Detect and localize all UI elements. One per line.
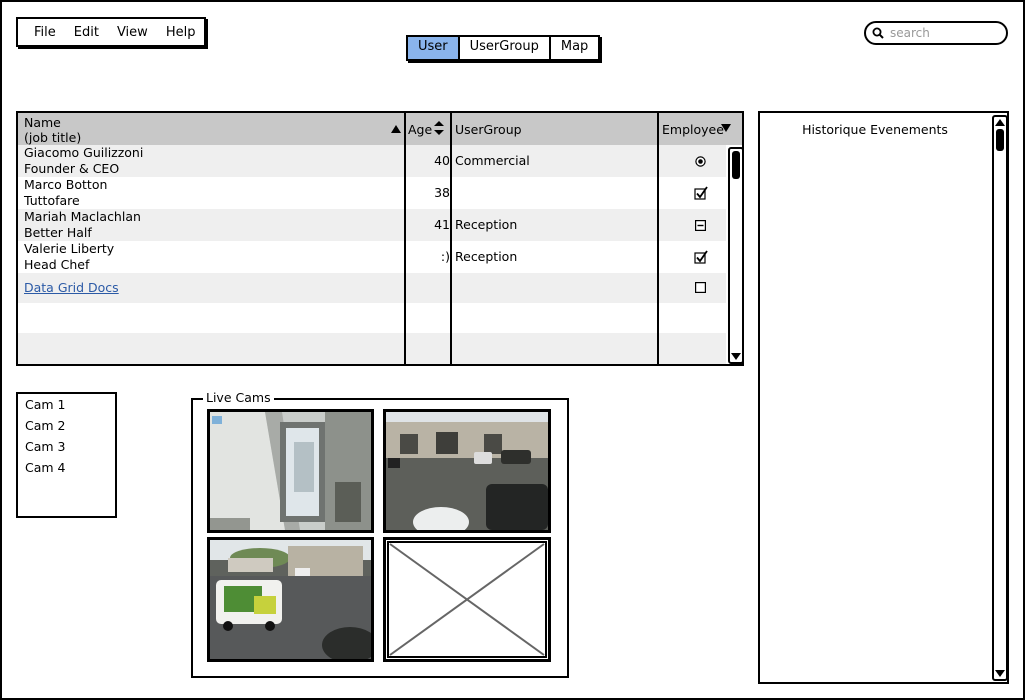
cam-feed-4[interactable] xyxy=(383,537,551,662)
data-grid: Name (job title) Age UserGroup Employee … xyxy=(16,111,744,366)
search-box[interactable] xyxy=(864,21,1008,45)
sort-ascending-icon[interactable] xyxy=(391,125,401,133)
image-placeholder-icon xyxy=(387,541,547,658)
tab-map[interactable]: Map xyxy=(551,37,598,59)
column-header-age[interactable]: Age xyxy=(408,122,432,137)
column-divider xyxy=(404,113,406,364)
live-cams-group: Live Cams xyxy=(191,390,569,678)
menu-bar: File Edit View Help xyxy=(16,17,206,47)
menu-edit[interactable]: Edit xyxy=(65,25,108,40)
column-divider xyxy=(450,113,452,364)
history-title: Historique Evenements xyxy=(802,122,948,137)
menu-file[interactable]: File xyxy=(18,25,65,40)
table-row[interactable]: Data Grid Docs xyxy=(18,273,726,303)
cam-feed-1[interactable] xyxy=(207,409,374,533)
scroll-down-icon[interactable] xyxy=(995,670,1005,677)
table-row[interactable]: Marco Botton Tuttofare 38 xyxy=(18,177,726,209)
table-row[interactable]: Valerie Liberty Head Chef :) Reception xyxy=(18,241,726,273)
grid-scrollbar[interactable] xyxy=(728,147,742,364)
delivery-van-camera-image xyxy=(210,540,371,659)
search-input[interactable] xyxy=(888,25,1002,41)
tab-bar: User UserGroup Map xyxy=(406,35,601,61)
cam-list-item[interactable]: Cam 4 xyxy=(18,457,115,478)
column-header-usergroup[interactable]: UserGroup xyxy=(455,122,522,137)
employee-checkbox-unchecked[interactable] xyxy=(695,282,706,293)
data-grid-docs-link[interactable]: Data Grid Docs xyxy=(24,280,119,296)
table-row-empty xyxy=(18,303,726,333)
table-row[interactable]: Giacomo Guilizzoni Founder & CEO 40 Comme… xyxy=(18,145,726,177)
cam-feed-3[interactable] xyxy=(207,537,374,662)
cam-list: Cam 1 Cam 2 Cam 3 Cam 4 xyxy=(16,392,117,518)
sort-descending-icon[interactable] xyxy=(721,124,731,132)
live-cams-title: Live Cams xyxy=(203,390,274,405)
employee-checkbox-checked[interactable] xyxy=(694,250,708,264)
grid-scroll-thumb[interactable] xyxy=(732,151,740,179)
tab-usergroup[interactable]: UserGroup xyxy=(460,37,551,59)
search-icon xyxy=(872,27,884,39)
cam-list-item[interactable]: Cam 2 xyxy=(18,415,115,436)
grid-header xyxy=(18,113,742,145)
menu-help[interactable]: Help xyxy=(157,25,205,40)
parking-lot-camera-image xyxy=(386,412,548,530)
history-scroll-thumb[interactable] xyxy=(996,129,1004,151)
cam-list-item[interactable]: Cam 1 xyxy=(18,394,115,415)
sort-both-icon[interactable] xyxy=(434,121,444,135)
column-header-name[interactable]: Name (job title) xyxy=(24,115,81,145)
employee-radio[interactable] xyxy=(695,156,706,167)
history-panel: Historique Evenements xyxy=(758,111,1009,684)
menu-view[interactable]: View xyxy=(108,25,157,40)
column-header-employee[interactable]: Employee xyxy=(662,122,724,137)
scroll-up-icon[interactable] xyxy=(995,119,1005,126)
history-scrollbar[interactable] xyxy=(992,115,1008,681)
employee-checkbox-checked[interactable] xyxy=(694,186,708,200)
table-row[interactable]: Mariah Maclachlan Better Half 41 Receptio… xyxy=(18,209,726,241)
column-divider xyxy=(657,113,659,364)
cam-list-item[interactable]: Cam 3 xyxy=(18,436,115,457)
table-row-empty xyxy=(18,333,726,364)
scroll-down-icon[interactable] xyxy=(731,353,741,360)
cam-feed-2[interactable] xyxy=(383,409,551,533)
hallway-camera-image xyxy=(210,412,371,530)
tab-user[interactable]: User xyxy=(408,37,460,59)
employee-checkbox-indeterminate[interactable] xyxy=(695,220,706,231)
